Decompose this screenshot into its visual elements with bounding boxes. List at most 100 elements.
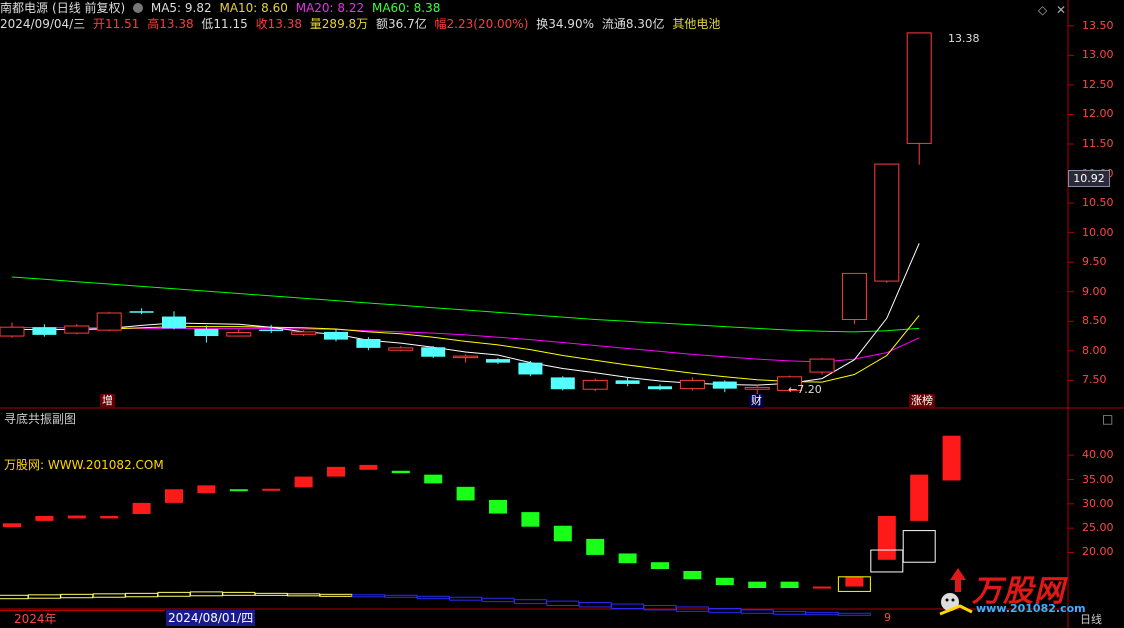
candle-body-up (0, 326, 25, 337)
volume-label: 量289.8万 (309, 17, 369, 31)
sub-box-blue (513, 599, 547, 605)
stock-name[interactable]: 南都电源 (0, 1, 48, 15)
sub-chart-title[interactable]: 寻底共振副图 (4, 410, 76, 427)
candle-body-up (582, 379, 608, 390)
candle-body-up (388, 347, 414, 351)
candle-body-down (518, 362, 543, 375)
tag-zeng[interactable]: 增 (100, 394, 115, 408)
price-tick-label: 13.00 (1082, 48, 1114, 62)
candle-body-up (96, 312, 122, 331)
sub-bar (521, 512, 540, 527)
sub-bar (813, 586, 831, 589)
ma60-line (11, 276, 920, 333)
sub-box-yellow (254, 592, 288, 596)
sub-box-yellow (125, 592, 159, 598)
ma5-label: MA5: 9.82 (150, 1, 212, 15)
sub-box-blue (546, 600, 580, 607)
sub-bar (618, 553, 637, 564)
candle-body-up (64, 325, 90, 334)
sub-box-yellow (60, 593, 94, 599)
sub-bar (67, 515, 86, 519)
price-tick-label: 12.00 (1082, 107, 1114, 121)
candle-body-up (453, 355, 479, 359)
candle-body-down (615, 380, 640, 384)
sub-bar (424, 474, 443, 484)
sub-tick-label: 35.00 (1082, 472, 1114, 486)
sub-box-yellow (157, 591, 191, 597)
float-label: 流通8.30亿 (601, 17, 665, 31)
sub-bar (100, 516, 119, 519)
ma10-label: MA10: 8.60 (219, 1, 288, 15)
candle-body-up (906, 32, 932, 144)
settings-dot-icon[interactable] (133, 3, 144, 13)
candle-body-down (259, 329, 284, 332)
sub-bar (35, 516, 54, 521)
diamond-icon[interactable]: ◇ (1038, 3, 1047, 17)
sub-tick-label: 30.00 (1082, 496, 1114, 510)
sub-tick-label: 40.00 (1082, 448, 1114, 462)
sub-bar (229, 489, 248, 492)
logo-mascot-icon (939, 568, 973, 616)
sub-bar (165, 489, 183, 503)
turnover-label: 换34.90% (536, 17, 594, 31)
candle-body-down (648, 386, 672, 390)
candle-body-up (744, 386, 770, 390)
sub-bar (845, 576, 864, 587)
high-price-annotation: 13.38 (948, 32, 980, 45)
sub-bar (489, 499, 507, 514)
candle-body-down (162, 316, 186, 329)
low-price-annotation: ←7.20 (788, 383, 822, 396)
candle-body-up (291, 331, 317, 335)
period-label[interactable]: (日线 前复权) (52, 1, 125, 15)
candle-body-up (809, 358, 835, 373)
current-price-label: 10.92 (1068, 170, 1110, 188)
low-label: 低11.15 (201, 17, 248, 31)
sub-box-blue (449, 596, 483, 601)
window-icon[interactable]: □ (1102, 412, 1113, 426)
close-label: 收13.38 (255, 17, 302, 31)
price-tick-label: 8.50 (1082, 314, 1107, 328)
sub-bar (197, 485, 216, 494)
candle-body-down (324, 331, 348, 340)
price-tick-label: 8.00 (1082, 343, 1107, 357)
sub-box-blue (351, 594, 385, 598)
sub-bar (262, 488, 281, 491)
candle-body-up (679, 379, 705, 390)
candle-body-down (486, 359, 510, 363)
brand-logo: 万股网 www.201082.com (936, 566, 1116, 618)
bottom-month-nine: 9 (884, 611, 891, 624)
open-label: 开11.51 (93, 17, 140, 31)
tag-zhangbang[interactable]: 涨榜 (909, 394, 935, 408)
sub-box-blue (578, 602, 612, 608)
sub-bar (3, 523, 21, 528)
sub-box-yellow (287, 593, 321, 597)
sub-bar (327, 466, 345, 477)
chart-canvas (0, 0, 1124, 628)
candle-body-down (32, 327, 57, 335)
price-tick-label: 13.50 (1082, 18, 1114, 32)
sub-box-yellow (222, 591, 256, 596)
change-label: 幅2.23(20.00%) (434, 17, 529, 31)
tag-cai[interactable]: 财 (749, 394, 764, 408)
price-tick-label: 10.50 (1082, 196, 1114, 210)
price-tick-label: 7.50 (1082, 373, 1107, 387)
sub-bar (132, 502, 151, 515)
sub-box-yellow (189, 591, 223, 597)
ma5-line (12, 243, 920, 386)
sub-box-blue (773, 610, 807, 615)
date-label: 2024/09/04/三 (0, 17, 86, 31)
sub-bar (942, 435, 961, 481)
sub-bar (553, 525, 572, 542)
sub-bar (748, 581, 767, 588)
sub-box-blue (416, 595, 450, 600)
candle-body-down (550, 377, 575, 390)
sector-label[interactable]: 其他电池 (672, 17, 720, 31)
sub-bar (456, 486, 475, 501)
sub-box-blue (837, 612, 871, 616)
close-icon[interactable]: ✕ (1056, 3, 1066, 17)
price-tick-label: 9.00 (1082, 284, 1107, 298)
sub-box-yellow (319, 593, 353, 597)
sub-box-blue (481, 597, 515, 603)
sub-box-blue (740, 609, 774, 614)
sub-bar (715, 577, 734, 586)
